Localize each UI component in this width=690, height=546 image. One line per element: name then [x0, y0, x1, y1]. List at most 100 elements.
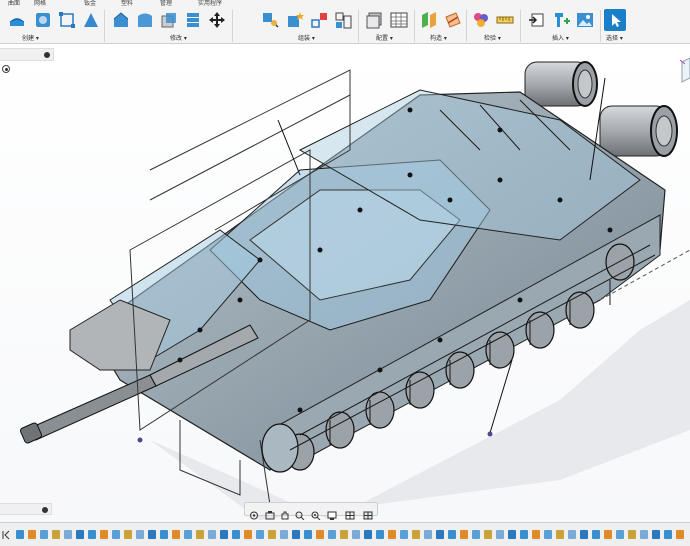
component-icon[interactable] [286, 11, 304, 29]
timeline-feature-icon[interactable] [100, 530, 108, 539]
pin-icon[interactable] [42, 507, 48, 513]
timeline-feature-icon[interactable] [364, 530, 372, 539]
timeline-feature-icon[interactable] [484, 530, 492, 539]
timeline-feature-icon[interactable] [556, 530, 564, 539]
timeline-feature-icon[interactable] [184, 530, 192, 539]
spreadsheet-icon[interactable] [390, 11, 408, 29]
timeline[interactable] [0, 522, 690, 546]
timeline-feature-icon[interactable] [676, 530, 684, 539]
timeline-feature-icon[interactable] [640, 530, 648, 539]
timeline-feature-icon[interactable] [460, 530, 468, 539]
axis-icon[interactable] [444, 11, 462, 29]
tab-manage[interactable]: 管理 [160, 0, 172, 8]
joint-icon[interactable] [262, 11, 280, 29]
timeline-feature-icon[interactable] [76, 530, 84, 539]
timeline-feature-icon[interactable] [520, 530, 528, 539]
timeline-feature-icon[interactable] [220, 530, 228, 539]
timeline-feature-icon[interactable] [532, 530, 540, 539]
pin-icon[interactable] [44, 52, 50, 58]
timeline-feature-icon[interactable] [112, 530, 120, 539]
timeline-feature-icon[interactable] [628, 530, 636, 539]
fillet-icon[interactable] [112, 11, 130, 29]
timeline-feature-icon[interactable] [568, 530, 576, 539]
timeline-feature-icon[interactable] [232, 530, 240, 539]
timeline-feature-icon[interactable] [412, 530, 420, 539]
assemble-group-label[interactable]: 组装 ▾ [298, 33, 315, 42]
orbit-icon[interactable] [249, 505, 259, 520]
timeline-feature-icon[interactable] [148, 530, 156, 539]
tab-mesh[interactable]: 网格 [34, 0, 46, 8]
timeline-feature-icon[interactable] [124, 530, 132, 539]
timeline-feature-icon[interactable] [316, 530, 324, 539]
measure-icon[interactable] [472, 11, 490, 29]
visibility-radio[interactable] [2, 65, 10, 73]
timeline-feature-icon[interactable] [616, 530, 624, 539]
table-icon[interactable] [334, 11, 352, 29]
inspect-group-label[interactable]: 检验 ▾ [484, 33, 501, 42]
timeline-feature-icon[interactable] [508, 530, 516, 539]
zoom-icon[interactable] [295, 505, 305, 521]
timeline-feature-icon[interactable] [208, 530, 216, 539]
timeline-feature-icon[interactable] [304, 530, 312, 539]
timeline-feature-icon[interactable] [256, 530, 264, 539]
pan-hand-icon[interactable] [280, 505, 290, 520]
timeline-feature-icon[interactable] [424, 530, 432, 539]
timeline-feature-icon[interactable] [172, 530, 180, 539]
revolve-icon[interactable] [34, 11, 52, 29]
construct-group-label[interactable]: 构造 ▾ [430, 33, 447, 42]
timeline-feature-icon[interactable] [328, 530, 336, 539]
timeline-feature-icon[interactable] [280, 530, 288, 539]
comments-panel[interactable] [0, 503, 52, 515]
tab-plastic[interactable]: 塑料 [121, 0, 133, 8]
extrude-icon[interactable] [8, 11, 26, 29]
timeline-feature-icon[interactable] [472, 530, 480, 539]
timeline-feature-icon[interactable] [448, 530, 456, 539]
timeline-feature-icon[interactable] [496, 530, 504, 539]
timeline-feature-icon[interactable] [436, 530, 444, 539]
timeline-feature-icon[interactable] [52, 530, 60, 539]
viewports-icon[interactable] [363, 505, 373, 520]
timeline-feature-icon[interactable] [664, 530, 672, 539]
display-icon[interactable] [327, 505, 337, 520]
browser-panel[interactable] [0, 48, 54, 61]
fit-icon[interactable] [311, 505, 321, 521]
sketch-icon[interactable] [58, 11, 76, 29]
timeline-feature-icon[interactable] [196, 530, 204, 539]
select-icon[interactable] [604, 9, 626, 31]
combine-icon[interactable] [160, 11, 178, 29]
timeline-feature-icon[interactable] [136, 530, 144, 539]
ruler-icon[interactable] [496, 11, 514, 29]
grid-icon[interactable] [345, 505, 355, 520]
plane-icon[interactable] [420, 11, 438, 29]
modify-group-label[interactable]: 修改 ▾ [170, 33, 187, 42]
timeline-feature-icon[interactable] [244, 530, 252, 539]
layers-icon[interactable] [184, 11, 202, 29]
timeline-feature-icon[interactable] [40, 530, 48, 539]
timeline-feature-icon[interactable] [352, 530, 360, 539]
timeline-feature-icon[interactable] [388, 530, 396, 539]
insert-icon[interactable] [528, 11, 546, 29]
image-icon[interactable] [576, 11, 594, 29]
decal-icon[interactable] [552, 11, 570, 29]
canvas-viewport[interactable] [0, 44, 690, 522]
timeline-feature-icon[interactable] [544, 530, 552, 539]
tab-surface[interactable]: 曲面 [8, 0, 20, 8]
timeline-feature-icon[interactable] [376, 530, 384, 539]
timeline-feature-icon[interactable] [400, 530, 408, 539]
look-at-icon[interactable] [265, 505, 275, 520]
timeline-feature-icon[interactable] [652, 530, 660, 539]
tank-model[interactable] [0, 44, 690, 522]
timeline-feature-icon[interactable] [592, 530, 600, 539]
tab-sheet-metal[interactable]: 钣金 [84, 0, 96, 8]
timeline-feature-icon[interactable] [160, 530, 168, 539]
timeline-feature-icon[interactable] [292, 530, 300, 539]
create-group-label[interactable]: 创建 ▾ [22, 33, 39, 42]
pan-icon[interactable] [208, 11, 226, 29]
rigid-group-icon[interactable] [310, 11, 328, 29]
select-group-label[interactable]: 选择 ▾ [606, 33, 623, 42]
timeline-feature-icon[interactable] [580, 530, 588, 539]
timeline-feature-icon[interactable] [340, 530, 348, 539]
timeline-feature-icon[interactable] [64, 530, 72, 539]
shell-icon[interactable] [136, 11, 154, 29]
timeline-feature-icon[interactable] [16, 530, 24, 539]
